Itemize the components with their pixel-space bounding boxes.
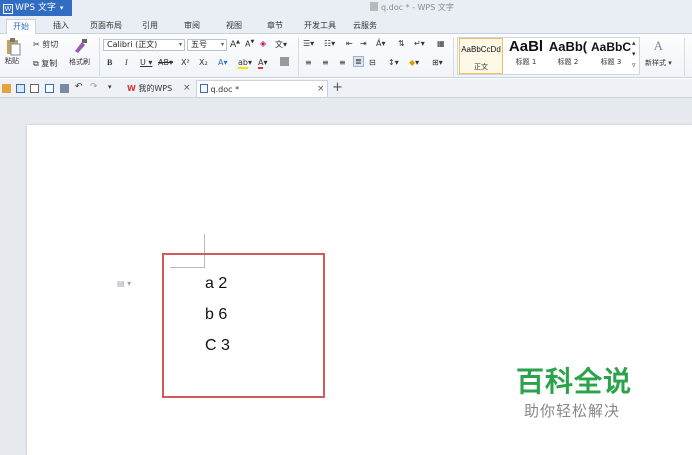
align-left-button[interactable]: ≡ xyxy=(305,58,312,67)
highlight-color-button[interactable]: ab▾ xyxy=(238,58,252,69)
wps-logo-icon: W xyxy=(3,4,13,14)
document-line[interactable]: a 2 xyxy=(205,275,227,293)
menu-bar: 开始 插入 页面布局 引用 审阅 视图 章节 开发工具 云服务 xyxy=(0,17,692,34)
increase-indent-button[interactable]: ⇥ xyxy=(360,39,367,48)
shrink-font-button[interactable]: A▼ xyxy=(245,39,254,49)
document-line[interactable]: b 6 xyxy=(205,306,227,324)
chinese-layout-button[interactable]: A̋▾ xyxy=(376,39,386,48)
quick-access-bar: ↶ ↷ ▾ W 我的WPS × q.doc * × + xyxy=(0,79,692,98)
highlight-box xyxy=(162,253,325,398)
open-folder-icon[interactable] xyxy=(2,84,11,93)
ribbon-separator xyxy=(99,38,100,76)
copy-button[interactable]: ⧉ 复制 xyxy=(33,58,57,69)
undo-icon[interactable]: ↶ xyxy=(75,82,83,92)
font-color-button[interactable]: A▾ xyxy=(258,58,268,69)
watermark-subtitle: 助你轻松解决 xyxy=(524,402,621,420)
align-right-button[interactable]: ≡ xyxy=(339,58,346,67)
paste-button[interactable]: 粘贴 xyxy=(5,38,25,74)
numbered-list-button[interactable]: ☷▾ xyxy=(324,39,335,48)
style-heading-1[interactable]: AaBl 标题 1 xyxy=(505,38,547,74)
watermark-title: 百科全说 xyxy=(516,365,633,398)
character-shading-icon[interactable] xyxy=(280,57,289,68)
tab-chapter[interactable]: 章节 xyxy=(261,19,289,34)
table-borders-icon[interactable]: ▦ xyxy=(437,39,445,48)
chevron-down-icon: ▾ xyxy=(220,41,224,48)
brush-icon xyxy=(74,39,87,53)
clear-format-icon[interactable]: ◈ xyxy=(260,39,266,48)
tab-developer[interactable]: 开发工具 xyxy=(298,19,342,34)
ribbon-separator xyxy=(684,38,685,76)
tab-page-layout[interactable]: 页面布局 xyxy=(84,19,128,34)
title-bar: W WPS 文字 ▾ q.doc * - WPS 文字 xyxy=(0,0,692,17)
print-preview-icon[interactable] xyxy=(45,84,54,93)
line-spacing-button[interactable]: ↕▾ xyxy=(388,58,399,67)
justify-button[interactable]: ≣ xyxy=(353,56,364,67)
style-heading-2[interactable]: AaBb( 标题 2 xyxy=(547,38,589,74)
doc-tab-q-doc[interactable]: q.doc * × xyxy=(196,80,328,97)
scissors-icon: ✂ xyxy=(33,40,40,49)
bold-button[interactable]: B xyxy=(107,58,112,67)
show-marks-button[interactable]: ↵▾ xyxy=(414,39,425,48)
save-as-icon[interactable] xyxy=(30,84,39,93)
style-normal[interactable]: AaBbCcDd 正文 xyxy=(459,38,503,74)
font-size-select[interactable]: 五号 ▾ xyxy=(187,39,227,51)
ribbon-separator xyxy=(453,38,454,76)
new-style-button[interactable]: A 新样式 ▾ xyxy=(645,38,672,68)
style-heading-3[interactable]: AaBbC 标题 3 xyxy=(590,38,632,74)
italic-button[interactable]: I xyxy=(125,58,128,67)
align-center-button[interactable]: ≡ xyxy=(322,58,329,67)
phonetic-guide-icon[interactable]: 文▾ xyxy=(275,39,287,50)
document-line[interactable]: C 3 xyxy=(205,337,230,355)
tab-review[interactable]: 审阅 xyxy=(178,19,206,34)
tab-cloud[interactable]: 云服务 xyxy=(347,19,383,34)
grow-font-button[interactable]: A▲ xyxy=(230,39,240,50)
ribbon: 粘贴 ✂ 剪切 ⧉ 复制 格式刷 Calibri (正文) ▾ 五号 ▾ A▲ A▼… xyxy=(0,34,692,78)
tab-home[interactable]: 开始 xyxy=(6,19,36,34)
wps-logo-icon: W xyxy=(127,84,136,93)
cut-button[interactable]: ✂ 剪切 xyxy=(33,39,58,50)
underline-button[interactable]: U ▾ xyxy=(140,58,152,67)
text-effect-button[interactable]: A▾ xyxy=(218,58,228,67)
superscript-button[interactable]: X² xyxy=(181,58,190,67)
close-icon[interactable]: × xyxy=(317,81,325,98)
paste-icon xyxy=(7,38,21,56)
doc-tab-my-wps[interactable]: W 我的WPS × xyxy=(124,80,194,97)
tab-references[interactable]: 引用 xyxy=(136,19,164,34)
sort-icon[interactable]: ⇅ xyxy=(398,39,405,48)
paragraph-layout-icon[interactable]: ▤ ▾ xyxy=(117,279,131,288)
customize-quick-access[interactable]: ▾ xyxy=(108,83,112,91)
paste-label: 粘贴 xyxy=(5,57,19,65)
gallery-scroll[interactable]: ▴ ▾ ▿ xyxy=(632,38,636,71)
decrease-indent-button[interactable]: ⇤ xyxy=(346,39,353,48)
redo-icon[interactable]: ↷ xyxy=(90,82,98,92)
subscript-button[interactable]: X₂ xyxy=(199,58,208,67)
save-icon[interactable] xyxy=(16,84,25,93)
tab-insert[interactable]: 插入 xyxy=(47,19,75,34)
ribbon-separator xyxy=(298,38,299,76)
window-title: q.doc * - WPS 文字 xyxy=(370,2,454,13)
shading-button[interactable]: ◆▾ xyxy=(409,58,419,67)
chevron-down-icon: ▾ xyxy=(178,41,182,48)
strikethrough-button[interactable]: AB▾ xyxy=(158,58,173,67)
app-menu-button[interactable]: W WPS 文字 ▾ xyxy=(0,0,72,16)
copy-icon: ⧉ xyxy=(33,59,39,68)
distributed-align-button[interactable]: ⊟ xyxy=(369,58,376,67)
tab-view[interactable]: 视图 xyxy=(220,19,248,34)
print-icon[interactable] xyxy=(60,84,69,93)
new-style-icon: A xyxy=(653,38,664,53)
app-name: WPS 文字 xyxy=(15,3,56,13)
document-icon xyxy=(370,2,378,11)
new-tab-plus-icon[interactable]: + xyxy=(332,80,343,95)
bullet-list-button[interactable]: ☰▾ xyxy=(303,39,314,48)
document-icon xyxy=(200,84,208,93)
chevron-down-icon: ▾ xyxy=(59,4,64,12)
borders-button[interactable]: ⊞▾ xyxy=(432,58,443,67)
close-icon[interactable]: × xyxy=(183,80,191,97)
format-painter-button[interactable]: 格式刷 xyxy=(69,38,90,67)
font-name-select[interactable]: Calibri (正文) ▾ xyxy=(103,39,185,51)
